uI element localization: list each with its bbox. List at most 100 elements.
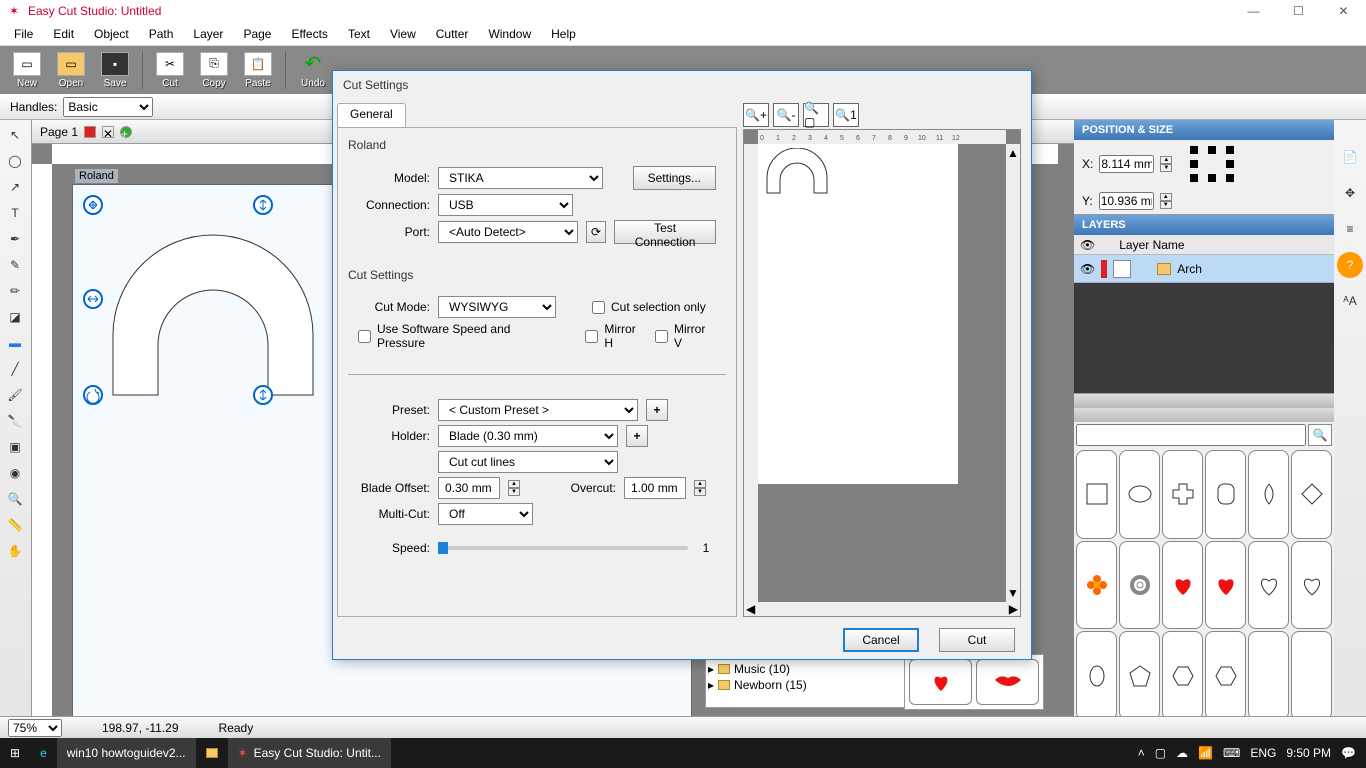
- menu-effects[interactable]: Effects: [281, 25, 337, 43]
- shape-cross[interactable]: [1162, 450, 1203, 539]
- font-tab-icon[interactable]: ᴬA: [1337, 288, 1363, 314]
- page-setup-icon[interactable]: 📄: [1337, 144, 1363, 170]
- preset-select[interactable]: < Custom Preset >: [438, 399, 638, 421]
- text-tool-icon[interactable]: T: [0, 201, 30, 225]
- window-maximize-button[interactable]: ☐: [1276, 0, 1321, 22]
- page-color-swatch[interactable]: [84, 126, 96, 138]
- shape-square[interactable]: [1076, 450, 1117, 539]
- handle-top-left[interactable]: [83, 195, 103, 215]
- menu-cutter[interactable]: Cutter: [426, 25, 479, 43]
- menu-edit[interactable]: Edit: [43, 25, 84, 43]
- tree-item-music[interactable]: ▸Music (10): [708, 661, 902, 677]
- tray-keyboard-icon[interactable]: ⌨: [1223, 746, 1240, 760]
- tray-wifi-icon[interactable]: 📶: [1198, 746, 1213, 760]
- model-select[interactable]: STIKA: [438, 167, 603, 189]
- layers-panel-header[interactable]: LAYERS: [1074, 215, 1334, 235]
- overcut-spin-down[interactable]: ▼: [694, 488, 706, 496]
- layer-name[interactable]: Arch: [1177, 262, 1202, 276]
- layers-tab-icon[interactable]: ≡: [1337, 216, 1363, 242]
- test-connection-button[interactable]: Test Connection: [614, 220, 716, 244]
- menu-text[interactable]: Text: [338, 25, 380, 43]
- tray-onedrive-icon[interactable]: ☁: [1176, 746, 1188, 760]
- layer-color-swatch[interactable]: [1101, 260, 1107, 278]
- y-spin-down[interactable]: ▼: [1160, 201, 1172, 209]
- multicut-select[interactable]: Off: [438, 503, 533, 525]
- blade-offset-input[interactable]: [438, 477, 500, 499]
- y-input[interactable]: [1099, 192, 1154, 210]
- taskbar-item-guide[interactable]: win10 howtoguidev2...: [57, 738, 196, 768]
- mirror-h-checkbox[interactable]: [585, 330, 598, 343]
- taskbar-item-ecs[interactable]: ✶Easy Cut Studio: Untit...: [228, 738, 391, 768]
- cut-button[interactable]: Cut: [939, 628, 1015, 652]
- menu-window[interactable]: Window: [478, 25, 541, 43]
- hand-tool-icon[interactable]: ✋: [0, 539, 30, 563]
- window-close-button[interactable]: ✕: [1321, 0, 1366, 22]
- shape-heart-red2[interactable]: [1205, 541, 1246, 630]
- cutlines-select[interactable]: Cut cut lines: [438, 451, 618, 473]
- rectangle-tool-icon[interactable]: ▬: [0, 331, 30, 355]
- measure-tool-icon[interactable]: 📏: [0, 513, 30, 537]
- shapes-search-button[interactable]: 🔍: [1308, 424, 1332, 446]
- x-spin-up[interactable]: ▲: [1160, 156, 1172, 164]
- x-input[interactable]: [1099, 155, 1154, 173]
- pen-tool-icon[interactable]: ✎: [0, 253, 30, 277]
- shape-oval[interactable]: [1076, 631, 1117, 720]
- menu-help[interactable]: Help: [541, 25, 586, 43]
- toolbar-open-button[interactable]: ▭Open: [50, 48, 92, 92]
- toolbar-undo-button[interactable]: ↶Undo: [292, 48, 334, 92]
- menu-layer[interactable]: Layer: [183, 25, 233, 43]
- position-panel-header[interactable]: POSITION & SIZE: [1074, 120, 1334, 140]
- blade-spin-up[interactable]: ▲: [508, 480, 520, 488]
- pencil-tool-icon[interactable]: ✏: [0, 279, 30, 303]
- lib-lips[interactable]: [976, 659, 1039, 705]
- tray-time[interactable]: 9:50 PM: [1286, 746, 1331, 760]
- menu-file[interactable]: File: [4, 25, 43, 43]
- menu-path[interactable]: Path: [139, 25, 184, 43]
- preset-add-button[interactable]: +: [646, 399, 668, 421]
- start-button[interactable]: ⊞: [0, 738, 30, 768]
- toolbar-save-button[interactable]: ▪Save: [94, 48, 136, 92]
- tree-item-newborn[interactable]: ▸Newborn (15): [708, 677, 902, 693]
- boolean-tool-icon[interactable]: ◉: [0, 461, 30, 485]
- shape-ellipse[interactable]: [1119, 450, 1160, 539]
- move-tool-icon[interactable]: ✥: [1337, 180, 1363, 206]
- shape-pentagon[interactable]: [1119, 631, 1160, 720]
- cutmode-select[interactable]: WYSIWYG: [438, 296, 556, 318]
- brush-tool-icon[interactable]: 🖌: [0, 383, 30, 407]
- blade-spin-down[interactable]: ▼: [508, 488, 520, 496]
- anchor-grid-icon[interactable]: [1188, 144, 1238, 184]
- shapes-panel-grip[interactable]: [1074, 408, 1334, 422]
- shape-hexagon[interactable]: [1162, 631, 1203, 720]
- shape-heart-outline[interactable]: [1248, 541, 1289, 630]
- shape-blank2[interactable]: [1291, 631, 1332, 720]
- taskbar-edge[interactable]: e: [30, 738, 57, 768]
- holder-add-button[interactable]: +: [626, 425, 648, 447]
- zoom-in-button[interactable]: 🔍+: [743, 103, 769, 127]
- page-delete-button[interactable]: ✕: [102, 126, 114, 138]
- tray-expand-icon[interactable]: ˄: [1138, 746, 1145, 760]
- handle-bot-mid[interactable]: [253, 385, 273, 405]
- speed-slider[interactable]: [438, 546, 688, 550]
- x-spin-down[interactable]: ▼: [1160, 164, 1172, 172]
- overcut-spin-up[interactable]: ▲: [694, 480, 706, 488]
- shape-heart-red[interactable]: [1162, 541, 1203, 630]
- tray-notifications-icon[interactable]: 💬: [1341, 746, 1356, 760]
- toolbar-paste-button[interactable]: 📋Paste: [237, 48, 279, 92]
- bezier-tool-icon[interactable]: ✒: [0, 227, 30, 251]
- port-refresh-button[interactable]: ⟳: [586, 221, 606, 243]
- handle-top-mid[interactable]: [253, 195, 273, 215]
- preview-scroll-h[interactable]: ◀▶: [744, 602, 1020, 616]
- shape-heart-outline2[interactable]: [1291, 541, 1332, 630]
- lasso-tool-icon[interactable]: ◯: [0, 149, 30, 173]
- connection-select[interactable]: USB: [438, 194, 573, 216]
- menu-object[interactable]: Object: [84, 25, 139, 43]
- menu-page[interactable]: Page: [233, 25, 281, 43]
- toolbar-new-button[interactable]: ▭New: [6, 48, 48, 92]
- selection-tool-icon[interactable]: ↖: [0, 123, 30, 147]
- settings-button[interactable]: Settings...: [633, 166, 716, 190]
- shape-hexagon2[interactable]: [1205, 631, 1246, 720]
- shape-flower[interactable]: [1076, 541, 1117, 630]
- zoom-select[interactable]: 75%: [8, 719, 62, 737]
- software-speed-checkbox[interactable]: [358, 330, 371, 343]
- toolbar-cut-button[interactable]: ✂Cut: [149, 48, 191, 92]
